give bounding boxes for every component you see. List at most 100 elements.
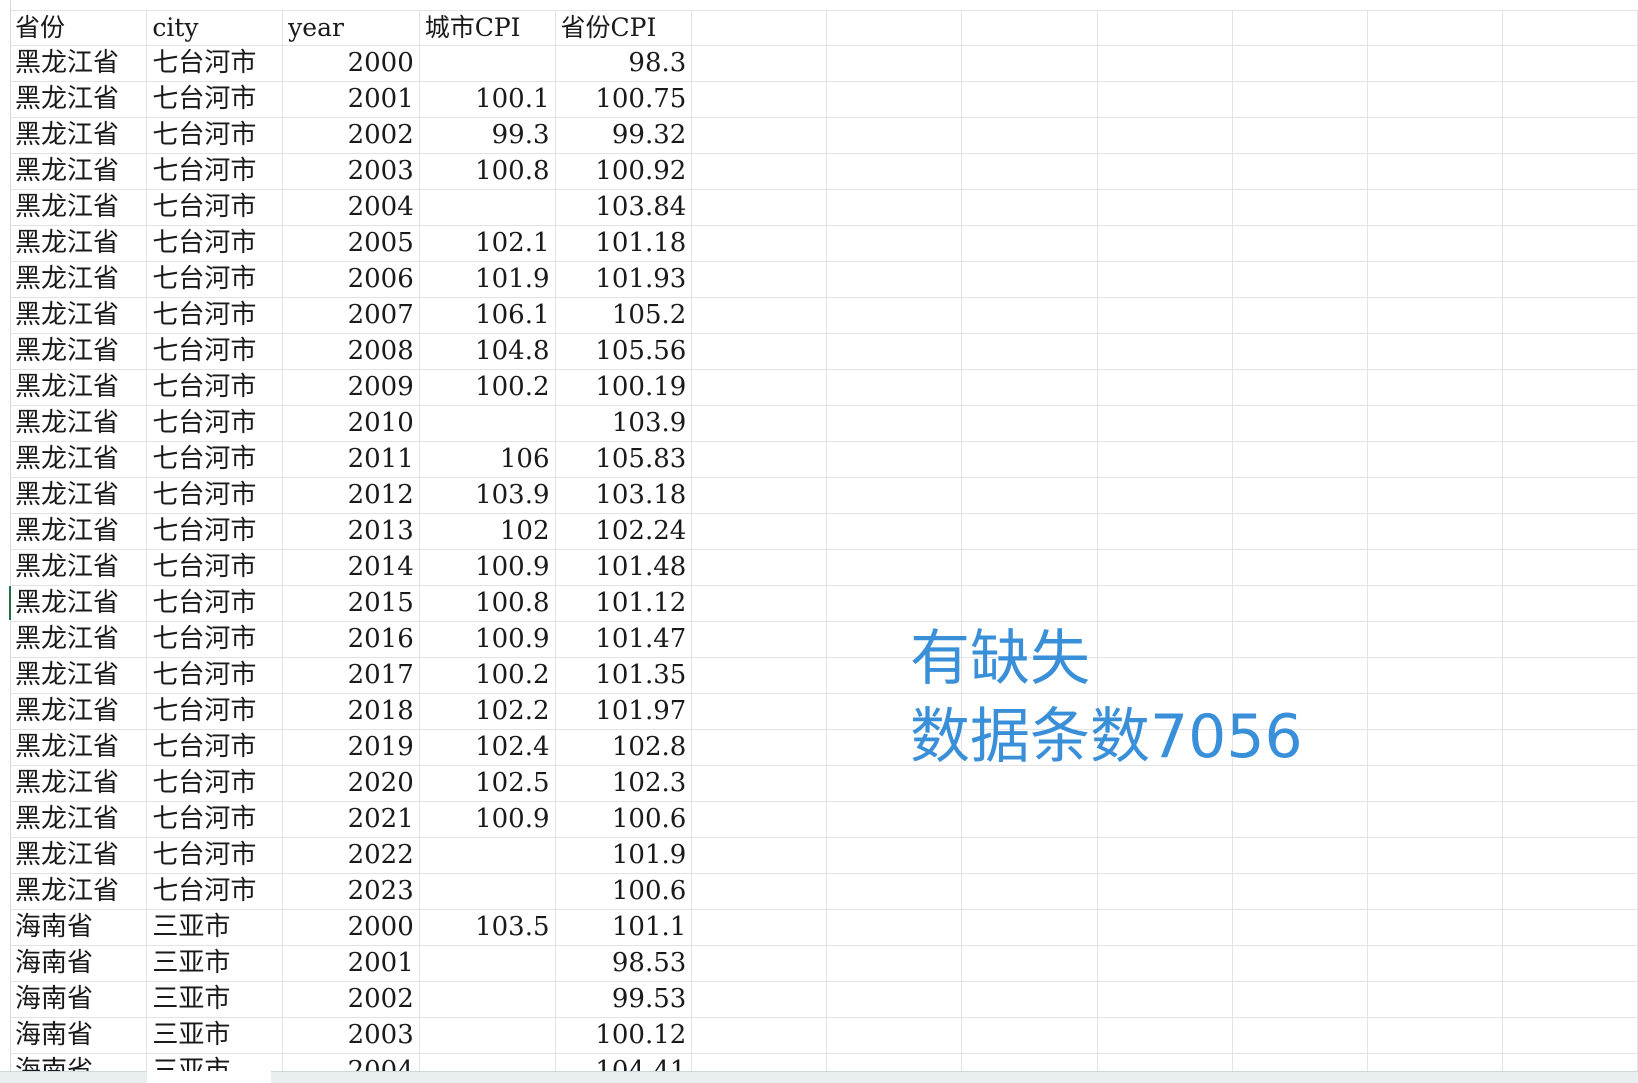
empty-cell[interactable]	[826, 189, 963, 226]
data-cell[interactable]: 黑龙江省	[10, 261, 148, 298]
empty-cell[interactable]	[1232, 261, 1368, 298]
data-cell[interactable]: 102.4	[419, 729, 556, 766]
data-cell[interactable]: 七台河市	[146, 837, 284, 874]
data-cell[interactable]: 2002	[282, 117, 420, 154]
empty-cell[interactable]	[1232, 405, 1368, 442]
empty-cell[interactable]	[1097, 837, 1233, 874]
data-cell[interactable]: 七台河市	[146, 549, 284, 586]
empty-cell[interactable]	[826, 513, 963, 550]
data-cell[interactable]: 海南省	[10, 981, 148, 1018]
data-cell[interactable]: 黑龙江省	[10, 513, 148, 550]
data-cell[interactable]: 102.2	[419, 693, 556, 730]
data-cell[interactable]	[419, 405, 556, 442]
empty-cell[interactable]	[1502, 405, 1638, 442]
empty-cell[interactable]	[1097, 441, 1233, 478]
data-cell[interactable]: 99.32	[555, 117, 693, 154]
empty-cell[interactable]	[1367, 873, 1503, 910]
empty-cell[interactable]	[1502, 873, 1638, 910]
data-cell[interactable]: 七台河市	[146, 369, 284, 406]
data-cell[interactable]: 105.56	[555, 333, 693, 370]
empty-cell[interactable]	[1097, 477, 1233, 514]
empty-cell[interactable]	[961, 333, 1098, 370]
empty-cell[interactable]	[961, 297, 1098, 334]
data-cell[interactable]: 101.1	[555, 909, 693, 946]
data-cell[interactable]	[419, 981, 556, 1018]
empty-cell[interactable]	[1232, 333, 1368, 370]
data-cell[interactable]: 100.1	[419, 81, 556, 118]
empty-cell[interactable]	[1367, 117, 1503, 154]
empty-cell[interactable]	[1097, 297, 1233, 334]
data-cell[interactable]: 2016	[282, 621, 420, 658]
data-cell[interactable]: 101.97	[555, 693, 693, 730]
data-cell[interactable]: 黑龙江省	[10, 333, 148, 370]
empty-cell[interactable]	[961, 909, 1098, 946]
data-cell[interactable]: 七台河市	[146, 441, 284, 478]
empty-cell[interactable]	[1502, 261, 1638, 298]
empty-cell[interactable]	[691, 981, 828, 1018]
data-cell[interactable]: 海南省	[10, 945, 148, 982]
empty-cell[interactable]	[1232, 10, 1368, 46]
data-cell[interactable]: 七台河市	[146, 117, 284, 154]
data-cell[interactable]: 103.9	[419, 477, 556, 514]
empty-cell[interactable]	[1232, 225, 1368, 262]
empty-cell[interactable]	[1097, 81, 1233, 118]
data-cell[interactable]: 黑龙江省	[10, 441, 148, 478]
empty-cell[interactable]	[691, 225, 828, 262]
empty-cell[interactable]	[1367, 153, 1503, 190]
data-cell[interactable]: 100.12	[555, 1017, 693, 1054]
empty-cell[interactable]	[691, 477, 828, 514]
data-cell[interactable]: 七台河市	[146, 513, 284, 550]
empty-cell[interactable]	[961, 45, 1098, 82]
empty-cell[interactable]	[1502, 513, 1638, 550]
data-cell[interactable]: 101.9	[419, 261, 556, 298]
empty-cell[interactable]	[691, 729, 828, 766]
empty-cell[interactable]	[1232, 837, 1368, 874]
data-cell[interactable]: 黑龙江省	[10, 549, 148, 586]
empty-cell[interactable]	[1367, 801, 1503, 838]
data-cell[interactable]: 海南省	[10, 909, 148, 946]
data-cell[interactable]: 2001	[282, 81, 420, 118]
data-cell[interactable]: 98.53	[555, 945, 693, 982]
data-cell[interactable]: 100.9	[419, 549, 556, 586]
data-cell[interactable]: 七台河市	[146, 693, 284, 730]
empty-cell[interactable]	[1097, 369, 1233, 406]
empty-cell[interactable]	[826, 45, 963, 82]
data-cell[interactable]: 七台河市	[146, 477, 284, 514]
data-cell[interactable]: 七台河市	[146, 153, 284, 190]
empty-cell[interactable]	[1502, 297, 1638, 334]
data-cell[interactable]: 2020	[282, 765, 420, 802]
empty-cell[interactable]	[961, 225, 1098, 262]
empty-cell[interactable]	[1502, 45, 1638, 82]
data-cell[interactable]: 七台河市	[146, 297, 284, 334]
empty-cell[interactable]	[826, 333, 963, 370]
empty-cell[interactable]	[691, 549, 828, 586]
data-cell[interactable]: 101.9	[555, 837, 693, 874]
empty-cell[interactable]	[1367, 549, 1503, 586]
empty-cell[interactable]	[691, 405, 828, 442]
data-cell[interactable]: 黑龙江省	[10, 621, 148, 658]
empty-cell[interactable]	[1367, 585, 1503, 622]
empty-cell[interactable]	[826, 225, 963, 262]
empty-cell[interactable]	[1367, 10, 1503, 46]
data-cell[interactable]: 2004	[282, 189, 420, 226]
empty-cell[interactable]	[826, 585, 963, 622]
empty-cell[interactable]	[826, 153, 963, 190]
empty-cell[interactable]	[1367, 405, 1503, 442]
empty-cell[interactable]	[1097, 801, 1233, 838]
empty-cell[interactable]	[1502, 837, 1638, 874]
empty-cell[interactable]	[961, 369, 1098, 406]
empty-cell[interactable]	[826, 117, 963, 154]
header-cell[interactable]: city	[146, 10, 284, 46]
empty-cell[interactable]	[691, 513, 828, 550]
data-cell[interactable]: 102.3	[555, 765, 693, 802]
empty-cell[interactable]	[691, 117, 828, 154]
empty-cell[interactable]	[691, 10, 828, 46]
data-cell[interactable]: 黑龙江省	[10, 117, 148, 154]
empty-cell[interactable]	[1097, 945, 1233, 982]
data-cell[interactable]: 102.24	[555, 513, 693, 550]
empty-cell[interactable]	[1502, 10, 1638, 46]
data-cell[interactable]: 2010	[282, 405, 420, 442]
empty-cell[interactable]	[1097, 909, 1233, 946]
empty-cell[interactable]	[961, 513, 1098, 550]
empty-cell[interactable]	[961, 477, 1098, 514]
